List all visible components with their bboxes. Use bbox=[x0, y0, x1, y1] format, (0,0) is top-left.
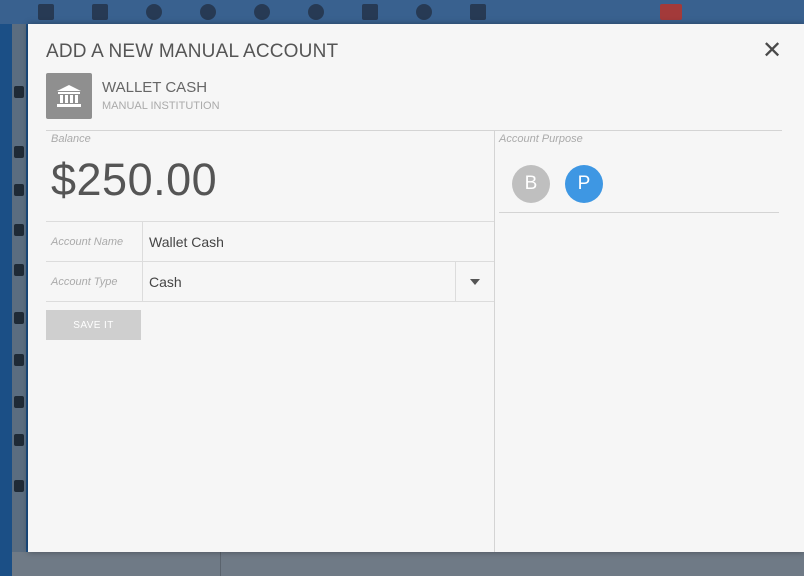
transfer-icon bbox=[200, 4, 216, 20]
bottom-divider bbox=[220, 552, 221, 576]
account-purpose-label: Account Purpose bbox=[499, 133, 583, 145]
sidebar-icon bbox=[14, 86, 24, 98]
institution-name: WALLET CASH bbox=[102, 79, 208, 96]
account-name-input[interactable]: Wallet Cash bbox=[143, 222, 494, 261]
app-sidebar bbox=[12, 24, 26, 576]
institution-type: MANUAL INSTITUTION bbox=[102, 100, 220, 112]
chevron-down-icon[interactable] bbox=[455, 262, 494, 301]
account-form: Account Name Wallet Cash Account Type Ca… bbox=[46, 221, 494, 302]
calendar-icon bbox=[660, 4, 682, 20]
account-type-value: Cash bbox=[149, 273, 182, 290]
header-divider bbox=[46, 130, 782, 131]
app-bottom-bar bbox=[12, 552, 804, 576]
dropdown-caret-icon bbox=[470, 278, 480, 285]
sidebar-icon bbox=[14, 434, 24, 446]
home-icon bbox=[38, 4, 54, 20]
list-icon bbox=[92, 4, 108, 20]
save-button[interactable]: SAVE IT bbox=[46, 310, 141, 340]
account-name-row: Account Name Wallet Cash bbox=[46, 222, 494, 262]
sidebar-icon bbox=[14, 184, 24, 196]
purpose-personal-button[interactable]: P bbox=[565, 165, 603, 203]
sidebar-icon bbox=[14, 224, 24, 236]
bar-chart-icon bbox=[362, 4, 378, 20]
account-name-label: Account Name bbox=[46, 222, 143, 261]
clock-icon bbox=[254, 4, 270, 20]
purpose-business-button[interactable]: B bbox=[512, 165, 550, 203]
app-top-bar bbox=[0, 0, 804, 24]
purpose-divider bbox=[499, 212, 779, 213]
sidebar-icon bbox=[14, 264, 24, 276]
tag-icon bbox=[308, 4, 324, 20]
column-divider bbox=[494, 130, 495, 552]
add-manual-account-modal: ADD A NEW MANUAL ACCOUNT ✕ WALLET CASH M… bbox=[28, 24, 804, 552]
bank-building-icon bbox=[57, 85, 81, 107]
sidebar-icon bbox=[14, 312, 24, 324]
sidebar-icon bbox=[14, 146, 24, 158]
sidebar-icon bbox=[14, 480, 24, 492]
sidebar-icon bbox=[14, 396, 24, 408]
document-icon bbox=[470, 4, 486, 20]
info-icon bbox=[416, 4, 432, 20]
balance-label: Balance bbox=[51, 133, 91, 145]
account-type-select[interactable]: Cash bbox=[143, 262, 494, 301]
bank-icon bbox=[46, 73, 92, 119]
balance-input[interactable]: $250.00 bbox=[51, 154, 217, 206]
account-type-label: Account Type bbox=[46, 262, 143, 301]
sidebar-icon bbox=[14, 354, 24, 366]
account-type-row: Account Type Cash bbox=[46, 262, 494, 302]
close-icon[interactable]: ✕ bbox=[760, 38, 784, 62]
pie-chart-icon bbox=[146, 4, 162, 20]
modal-title: ADD A NEW MANUAL ACCOUNT bbox=[46, 41, 339, 62]
